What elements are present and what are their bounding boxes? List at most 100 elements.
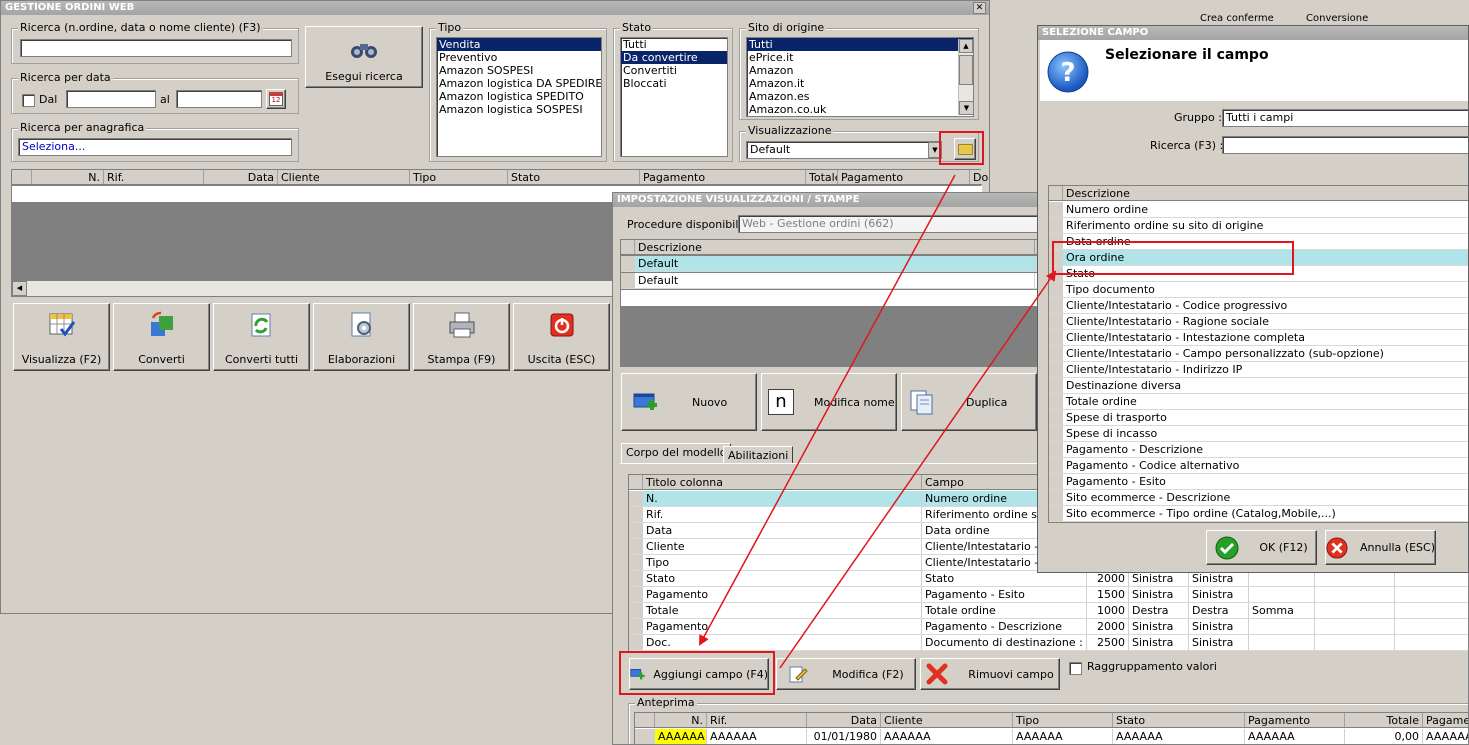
folder-button[interactable] [954,138,976,160]
list-item[interactable]: Sito ecommerce - Tipo ordine (Catalog,Mo… [1049,506,1468,522]
grid-column-header[interactable]: Stato [508,170,640,184]
grid-column-header[interactable]: N. [32,170,104,184]
printer-icon [449,312,474,338]
visual-select[interactable]: Default [746,141,942,159]
list-item[interactable]: Amazon.it [747,77,973,90]
anagrafica-field[interactable]: Seleziona... [18,138,292,156]
list-item[interactable]: Amazon logistica SOSPESI [437,103,601,116]
duplicate-button[interactable]: Duplica [901,373,1037,431]
list-item[interactable]: Stato [1049,266,1468,282]
letter-n-icon: n [768,389,794,415]
grid-column-header[interactable]: Data [204,170,278,184]
list-item[interactable]: Tipo documento [1049,282,1468,298]
procedure-field[interactable]: Web - Gestione ordini (662) [738,215,1038,233]
grid-column-header[interactable]: Tipo [410,170,508,184]
list-item[interactable]: Preventivo [437,51,601,64]
list-item[interactable]: Vendita [437,38,601,51]
stato-list[interactable]: Tutti Da convertire Convertiti Bloccati [620,37,728,157]
cancel-button[interactable]: Annulla (ESC) [1325,530,1436,565]
gruppo-select[interactable]: Tutti i campi [1222,109,1468,127]
list-item[interactable]: Da convertire [621,51,727,64]
list-item[interactable]: Amazon.co.uk [747,103,973,116]
list-item[interactable]: Numero ordine [1049,202,1468,218]
table-row[interactable]: Totale Totale ordine 1000 Destra Destra Somma [629,603,1468,619]
print-button[interactable]: Stampa (F9) [413,303,510,371]
calendar-button[interactable]: 12 [266,89,286,109]
date-checkbox[interactable] [22,94,35,107]
exit-button[interactable]: Uscita (ESC) [513,303,610,371]
list-item[interactable]: Amazon.es [747,90,973,103]
list-item[interactable]: Pagamento - Esito [1049,474,1468,490]
sito-group: Sito di origine Tutti ePrice.it Amazon Amaz… [739,21,979,120]
list-item[interactable]: Cliente/Intestatario - Intestazione comp… [1049,330,1468,346]
list-item[interactable]: Spese di incasso [1049,426,1468,442]
crea-conferme-label[interactable]: Crea conferme [1200,12,1274,26]
list-item[interactable]: Pagamento - Codice alternativo [1049,458,1468,474]
model-row-selected[interactable]: Default [621,256,1041,272]
date-to-field[interactable] [176,90,262,108]
list-item[interactable]: Amazon logistica DA SPEDIRE [437,77,601,90]
ok-button[interactable]: OK (F12) [1206,530,1317,565]
list-item[interactable]: Riferimento ordine su sito di origine [1049,218,1468,234]
tab-corpo-modello[interactable]: Corpo del modello [621,443,732,463]
list-item[interactable]: Pagamento - Descrizione [1049,442,1468,458]
table-row[interactable]: Pagamento Pagamento - Esito 1500 Sinistra Si… [629,587,1468,603]
ricerca-input[interactable] [1222,136,1468,154]
convert-button[interactable]: Converti [113,303,210,371]
binoculars-icon [351,44,377,58]
tab-abilitazioni[interactable]: Abilitazioni [723,446,794,464]
list-item[interactable]: Cliente/Intestatario - Codice progressiv… [1049,298,1468,314]
list-item[interactable]: Amazon logistica SPEDITO [437,90,601,103]
date-from-field[interactable] [66,90,156,108]
table-row[interactable]: Doc.Documento di destinazione : Ti...250… [629,635,1468,651]
table-row[interactable]: Pagamento Pagamento - Descrizione 2000 Sini… [629,619,1468,635]
list-item[interactable]: Cliente/Intestatario - Indirizzo IP [1049,362,1468,378]
main-title: GESTIONE ORDINI WEB [1,1,989,15]
list-item[interactable]: Cliente/Intestatario - Ragione sociale [1049,314,1468,330]
add-field-button[interactable]: Aggiungi campo (F4) [629,658,769,690]
search-button[interactable]: Esegui ricerca [305,26,423,88]
list-item[interactable]: Convertiti [621,64,727,77]
list-item[interactable]: Bloccati [621,77,727,90]
grid-column-header[interactable]: Totale [806,170,838,184]
fields-list[interactable]: Descrizione Numero ordine Riferimento ord… [1048,185,1468,523]
grid-column-header[interactable]: Pagamento [640,170,806,184]
new-button[interactable]: Nuovo [621,373,757,431]
list-item[interactable]: Data ordine [1049,234,1468,250]
tipo-group: Tipo Vendita Preventivo Amazon SOSPESI Amaz… [429,21,607,162]
close-icon[interactable]: ✕ [973,2,986,14]
list-item[interactable]: Cliente/Intestatario - Campo personalizz… [1049,346,1468,362]
sito-list[interactable]: Tutti ePrice.it Amazon Amazon.it Amazon.es Am… [746,37,974,117]
remove-field-button[interactable]: Rimuovi campo [920,658,1060,690]
list-item[interactable]: Totale ordine [1049,394,1468,410]
list-item[interactable]: Spese di trasporto [1049,410,1468,426]
list-item[interactable]: Tutti [747,38,973,51]
conversione-label[interactable]: Conversione [1306,12,1368,26]
list-item[interactable]: Amazon [747,64,973,77]
chevron-down-icon[interactable]: ▼ [928,142,942,158]
list-item[interactable]: Ora ordine [1049,250,1468,266]
model-row[interactable]: Default [621,273,1041,289]
list-item[interactable]: ePrice.it [747,51,973,64]
sito-scrollbar[interactable]: ▲ ▼ [958,39,974,115]
processing-button[interactable]: Elaborazioni [313,303,410,371]
rename-button[interactable]: n Modifica nome [761,373,897,431]
grid-column-header[interactable]: Rif. [104,170,204,184]
table-row[interactable]: Stato Stato 2000 Sinistra Sinistra [629,571,1468,587]
models-grid[interactable]: Descrizione Default Default [620,239,1041,367]
list-item[interactable]: Destinazione diversa [1049,378,1468,394]
view-button[interactable]: Visualizza (F2) [13,303,110,371]
grid-column-header[interactable]: Pagamento [838,170,970,184]
list-item[interactable]: Tutti [621,38,727,51]
grid-column-header[interactable]: Doc. [970,170,989,184]
convert-all-button[interactable]: Converti tutti [213,303,310,371]
list-item[interactable]: Amazon SOSPESI [437,64,601,77]
selezione-campo-dialog: SELEZIONE CAMPO ? Selezionare il campo G… [1037,25,1469,573]
group-values-checkbox[interactable] [1069,662,1082,675]
visual-group: Visualizzazione Default ▼ [739,124,979,162]
search-input[interactable] [20,39,292,57]
edit-field-button[interactable]: Modifica (F2) [776,658,916,690]
list-item[interactable]: Sito ecommerce - Descrizione [1049,490,1468,506]
grid-column-header[interactable]: Cliente [278,170,410,184]
tipo-list[interactable]: Vendita Preventivo Amazon SOSPESI Amazon lo… [436,37,602,157]
